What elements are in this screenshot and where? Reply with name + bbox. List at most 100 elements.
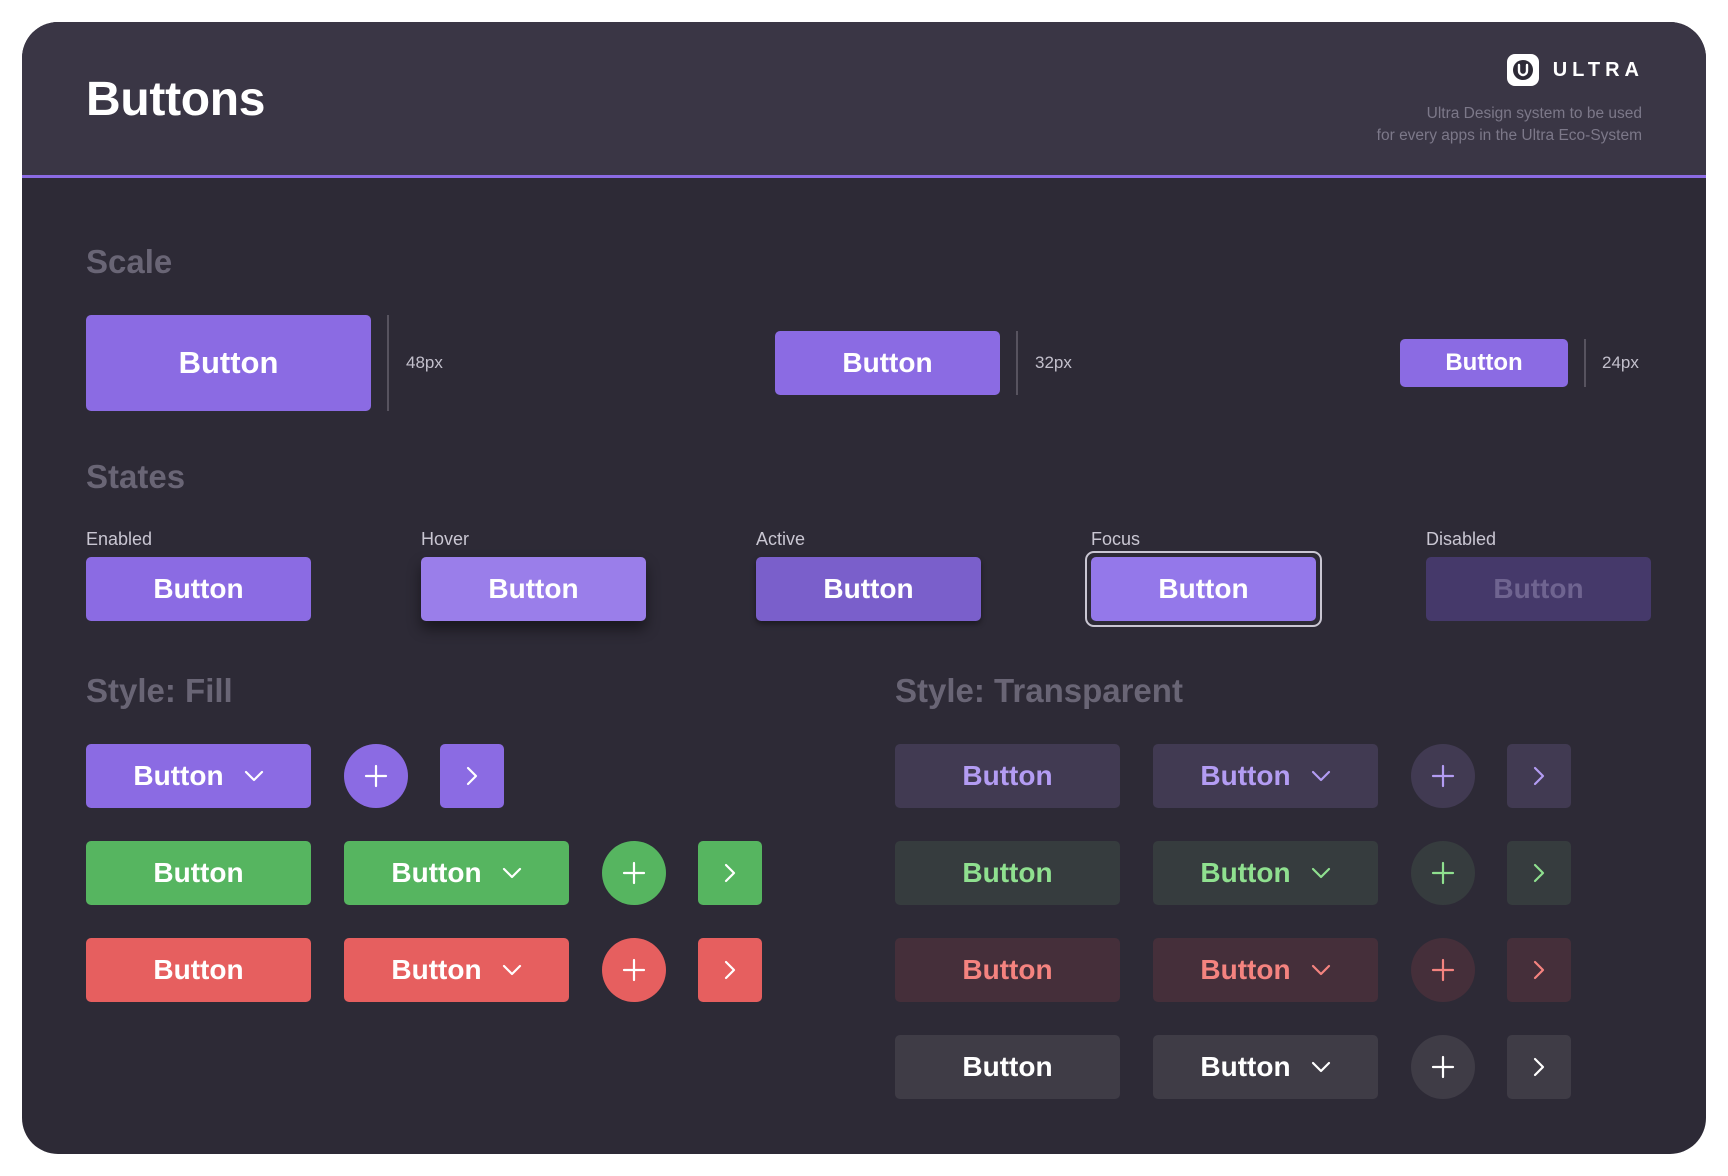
brand-name: ULTRA [1552,58,1644,81]
button-label: Button [1200,760,1291,791]
plus-icon [1431,1055,1455,1079]
button-label: Button [391,857,482,888]
button-scale-24[interactable]: Button [1400,339,1568,387]
button-scale-48[interactable]: Button [86,315,371,411]
next-button-fill-green[interactable] [698,841,762,905]
dropdown-button-transparent-grey[interactable]: Button [1153,1035,1378,1099]
button-label: Button [133,760,224,791]
ultra-logo-icon [1506,54,1539,86]
next-button-transparent-red[interactable] [1507,938,1571,1002]
button-transparent-purple[interactable]: Button [895,744,1120,808]
state-label-hover: Hover [421,529,470,549]
button-transparent-red[interactable]: Button [895,938,1120,1002]
state-label-active: Active [756,529,806,549]
next-button-transparent-grey[interactable] [1507,1035,1571,1099]
button-label: Button [1158,573,1249,604]
page-header: Buttons ULTRA Ultra Design system to be … [22,22,1706,178]
chevron-down-icon [1311,867,1330,879]
chevron-down-icon [244,770,263,782]
next-button-fill-purple[interactable] [440,744,504,808]
next-button-transparent-green[interactable] [1507,841,1571,905]
dropdown-button-fill-green[interactable]: Button [344,841,569,905]
section-title-style-transparent: Style: Transparent [895,672,1183,709]
chevron-right-icon [1533,863,1545,883]
button-label: Button [962,954,1053,985]
divider [1016,331,1018,395]
button-transparent-grey[interactable]: Button [895,1035,1120,1099]
size-label-24: 24px [1602,353,1639,372]
divider [1584,339,1586,387]
dropdown-button-fill-purple[interactable]: Button [86,744,311,808]
plus-icon [364,764,388,788]
tagline-line-1: Ultra Design system to be used [1426,105,1642,122]
button-label: Button [962,760,1053,791]
button-label: Button [1200,1051,1291,1082]
chevron-down-icon [502,867,521,879]
tagline: Ultra Design system to be used for every… [1162,103,1642,147]
section-title-states: States [86,458,186,495]
section-title-scale: Scale [86,243,173,280]
add-button-transparent-red[interactable] [1411,938,1475,1002]
plus-icon [622,958,646,982]
button-label: Button [962,1051,1053,1082]
plus-icon [1431,861,1455,885]
chevron-down-icon [1311,964,1330,976]
next-button-transparent-purple[interactable] [1507,744,1571,808]
button-state-focus[interactable]: Button [1091,557,1316,621]
button-state-active[interactable]: Button [756,557,981,621]
button-state-disabled: Button [1426,557,1651,621]
button-label: Button [153,573,244,604]
button-label: Button [1200,857,1291,888]
chevron-right-icon [724,960,736,980]
chevron-right-icon [724,863,736,883]
button-scale-32[interactable]: Button [775,331,1000,395]
chevron-right-icon [1533,1057,1545,1077]
button-label: Button [391,954,482,985]
add-button-fill-green[interactable] [602,841,666,905]
next-button-fill-red[interactable] [698,938,762,1002]
chevron-right-icon [1533,960,1545,980]
plus-icon [1431,764,1455,788]
button-state-hover[interactable]: Button [421,557,646,621]
dropdown-button-fill-red[interactable]: Button [344,938,569,1002]
add-button-fill-purple[interactable] [344,744,408,808]
state-label-disabled: Disabled [1426,529,1497,549]
section-title-style-fill: Style: Fill [86,672,233,709]
page-title: Buttons [86,73,266,126]
state-label-focus: Focus [1091,529,1141,549]
dropdown-button-transparent-purple[interactable]: Button [1153,744,1378,808]
button-label: Button [153,954,244,985]
tagline-line-2: for every apps in the Ultra Eco-System [1376,127,1642,144]
design-system-card: Buttons ULTRA Ultra Design system to be … [22,22,1706,1154]
button-label: Button [962,857,1053,888]
plus-icon [1431,958,1455,982]
state-label-enabled: Enabled [86,529,153,549]
button-fill-red[interactable]: Button [86,938,311,1002]
chevron-right-icon [1533,766,1545,786]
button-label: Button [1445,349,1523,376]
chevron-right-icon [466,766,478,786]
plus-icon [622,861,646,885]
button-label: Button [488,573,579,604]
chevron-down-icon [1311,1061,1330,1073]
add-button-transparent-green[interactable] [1411,841,1475,905]
button-label: Button [823,573,914,604]
button-fill-green[interactable]: Button [86,841,311,905]
add-button-transparent-purple[interactable] [1411,744,1475,808]
chevron-down-icon [502,964,521,976]
button-state-enabled[interactable]: Button [86,557,311,621]
button-transparent-green[interactable]: Button [895,841,1120,905]
button-label: Button [1200,954,1291,985]
button-label: Button [1493,573,1584,604]
dropdown-button-transparent-red[interactable]: Button [1153,938,1378,1002]
add-button-transparent-grey[interactable] [1411,1035,1475,1099]
divider [387,315,389,411]
size-label-32: 32px [1035,353,1072,372]
brand: ULTRA [1506,54,1644,86]
dropdown-button-transparent-green[interactable]: Button [1153,841,1378,905]
button-label: Button [153,857,244,888]
size-label-48: 48px [406,353,443,372]
add-button-fill-red[interactable] [602,938,666,1002]
chevron-down-icon [1311,770,1330,782]
button-label: Button [178,345,279,380]
